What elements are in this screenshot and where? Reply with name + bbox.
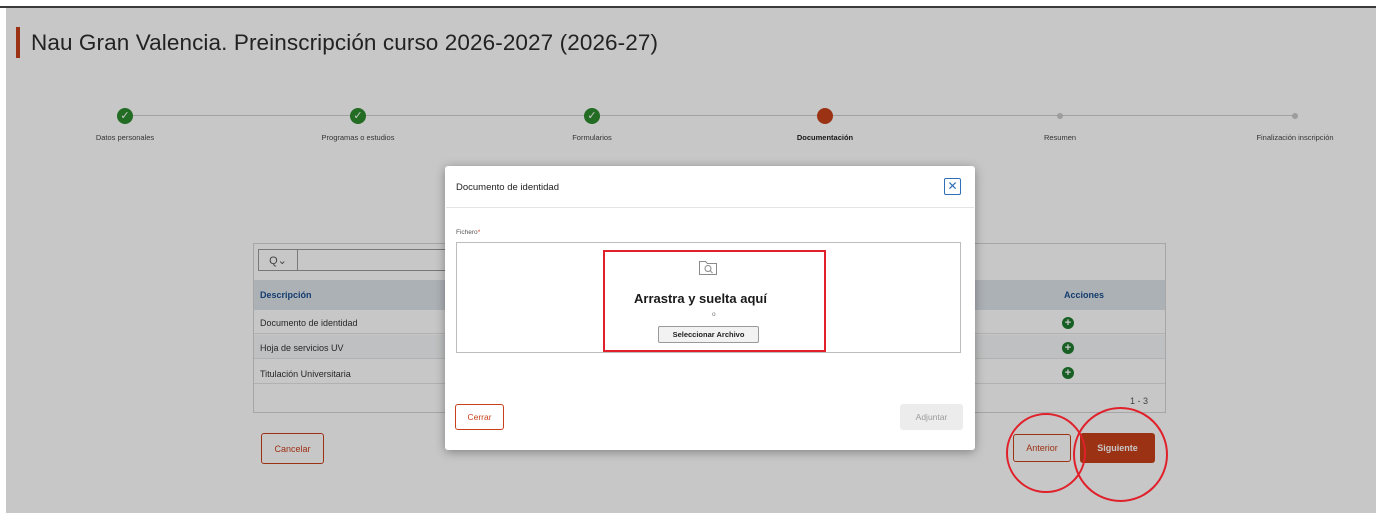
highlight-box — [603, 250, 826, 352]
required-mark: * — [477, 229, 481, 236]
highlight-circle-next — [1073, 407, 1168, 502]
modal-divider — [446, 207, 974, 208]
file-label-text: Fichero — [456, 229, 478, 236]
close-modal-button[interactable]: Cerrar — [455, 404, 504, 430]
modal-title: Documento de identidad — [456, 182, 559, 193]
file-field-label: Fichero* — [456, 229, 480, 236]
close-icon[interactable]: ✕ — [944, 178, 961, 195]
attach-button[interactable]: Adjuntar — [900, 404, 963, 430]
